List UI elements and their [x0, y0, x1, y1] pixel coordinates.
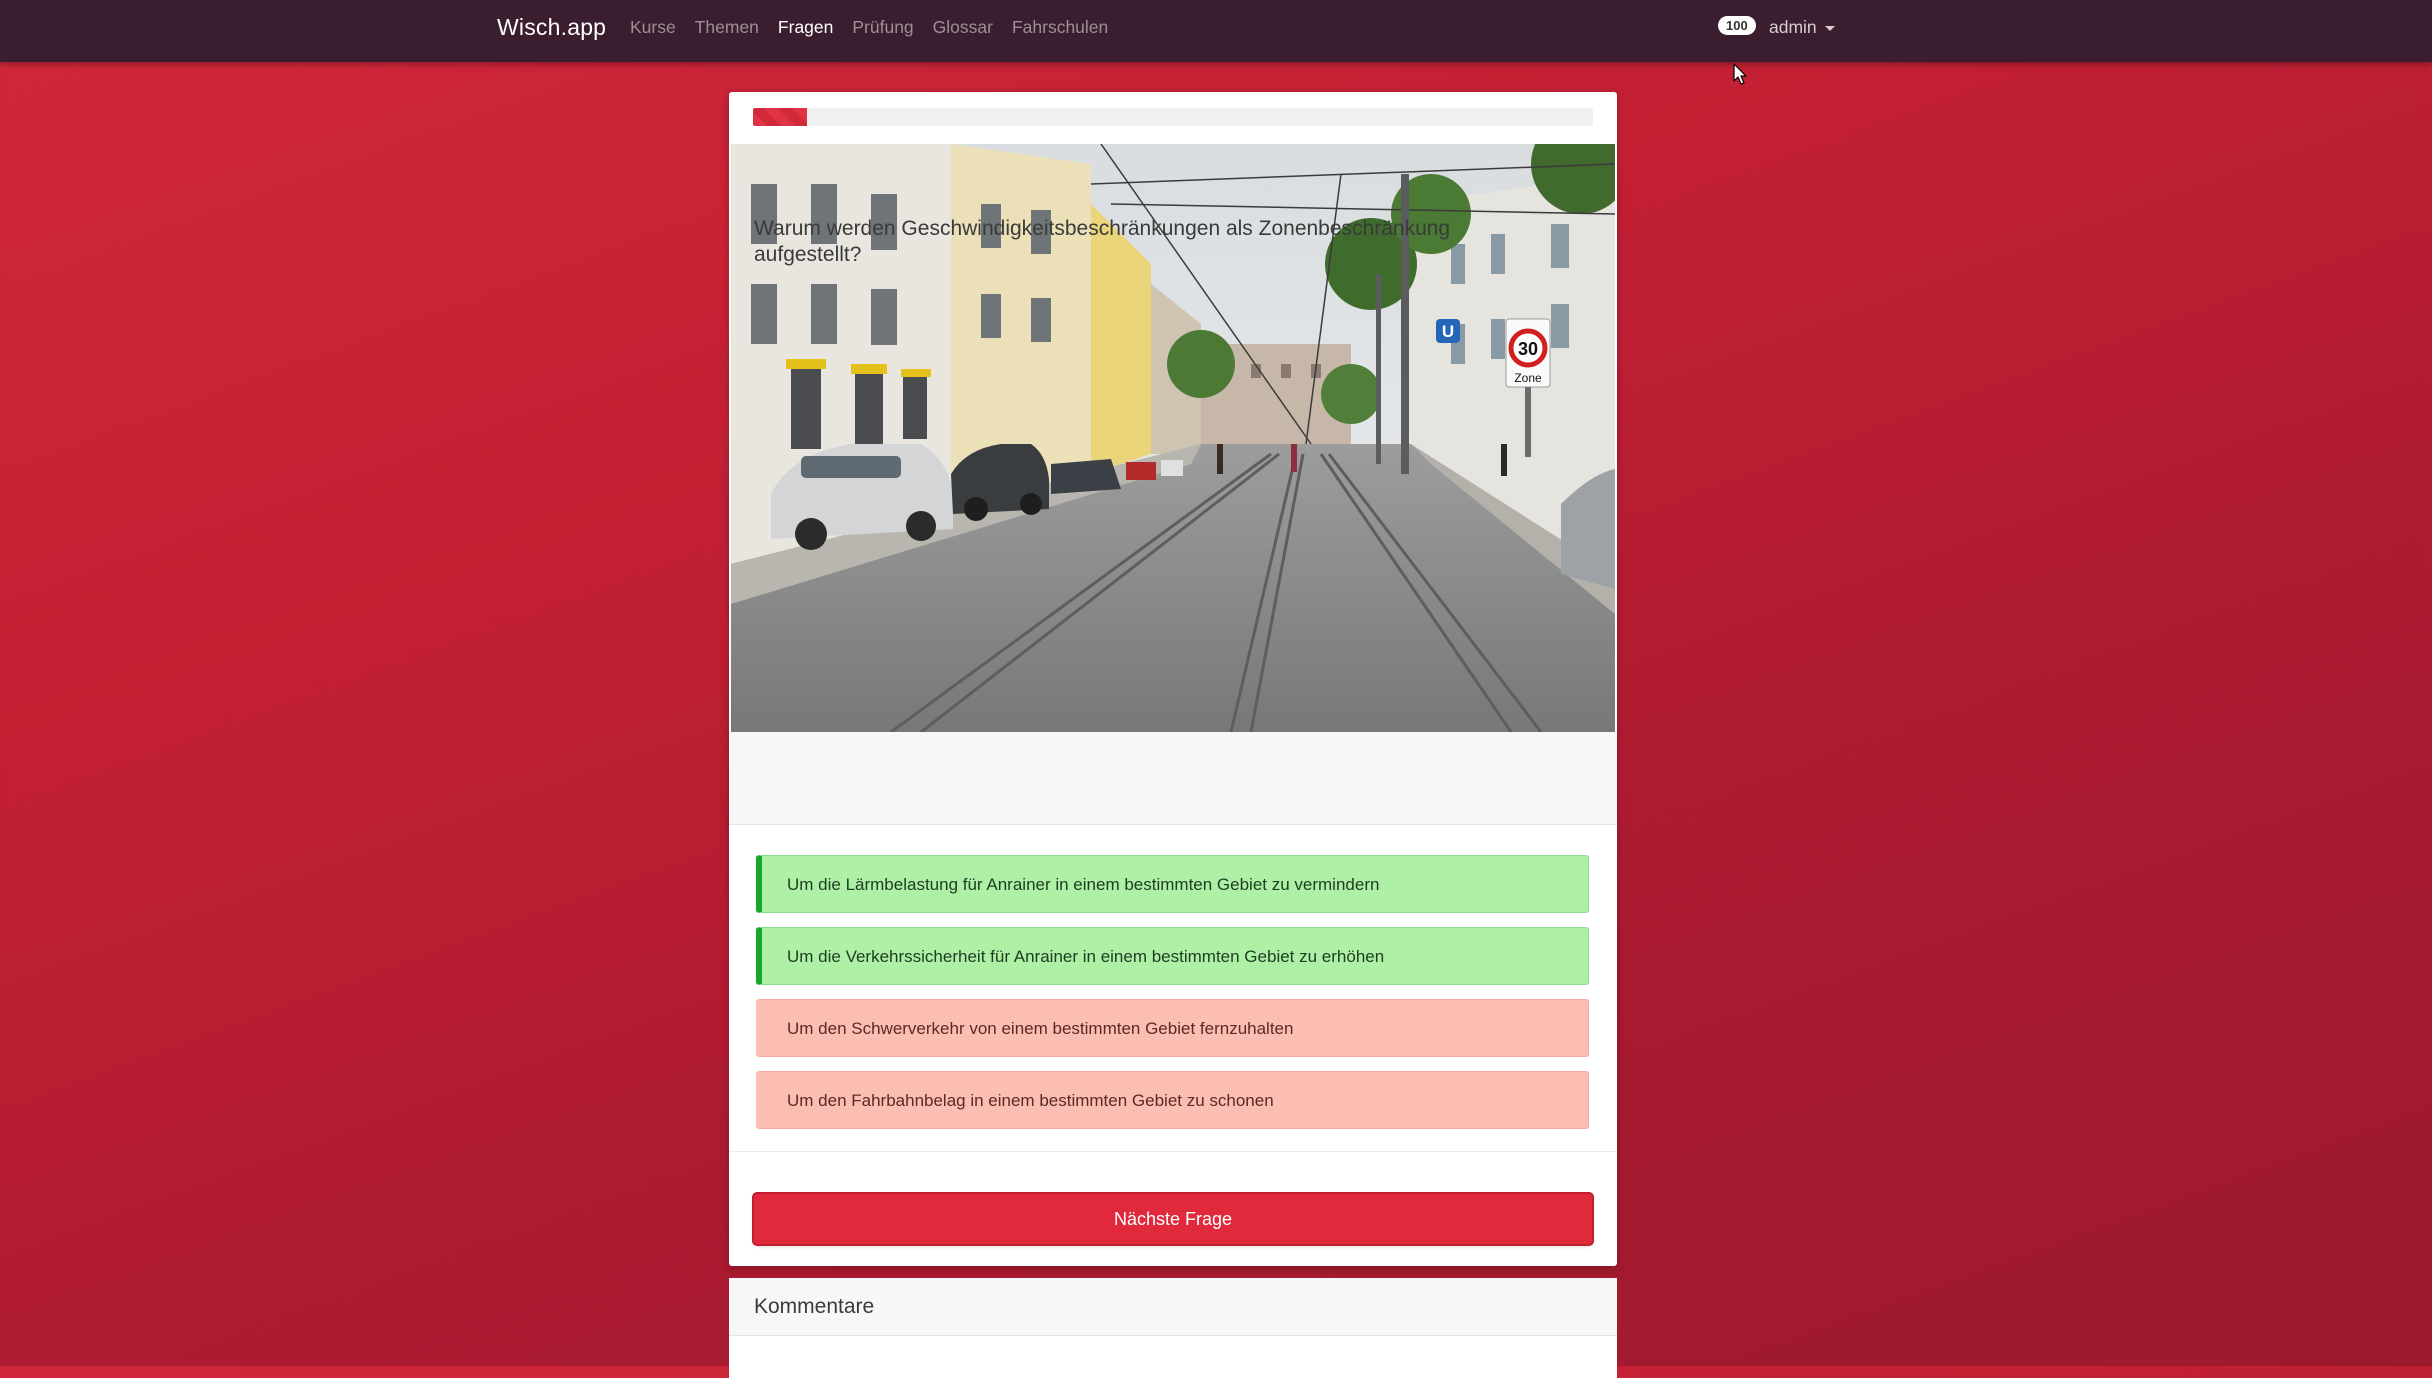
progress-fill: [753, 108, 807, 126]
user-menu-toggle[interactable]: admin: [1769, 17, 1835, 38]
nav-link-kurse[interactable]: Kurse: [630, 17, 676, 38]
points-badge: 100: [1718, 16, 1756, 35]
answer-option-3[interactable]: Um den Schwerverkehr von einem bestimmte…: [756, 999, 1589, 1057]
nav-link-themen[interactable]: Themen: [695, 17, 759, 38]
question-card: U 30 Zone Warum werden Geschwindigkeitsb…: [729, 92, 1617, 1266]
card-divider: [729, 1151, 1617, 1152]
main-nav: Kurse Themen Fragen Prüfung Glossar Fahr…: [630, 17, 1127, 38]
metro-sign-letter: U: [1442, 322, 1454, 341]
question-panel: [729, 732, 1617, 825]
speed-zone-label: Zone: [1514, 371, 1542, 385]
nav-link-glossar[interactable]: Glossar: [933, 17, 993, 38]
user-name: admin: [1769, 17, 1817, 37]
answer-text: Um den Fahrbahnbelag in einem bestimmten…: [787, 1091, 1274, 1110]
nav-link-fahrschulen[interactable]: Fahrschulen: [1012, 17, 1108, 38]
comments-card: Kommentare: [729, 1278, 1617, 1378]
next-question-button[interactable]: Nächste Frage: [754, 1194, 1592, 1244]
answer-text: Um den Schwerverkehr von einem bestimmte…: [787, 1019, 1294, 1038]
answer-text: Um die Verkehrssicherheit für Anrainer i…: [787, 947, 1385, 966]
progress-bar: [753, 108, 1593, 126]
top-navbar: Wisch.app Kurse Themen Fragen Prüfung Gl…: [0, 0, 2432, 62]
answer-option-1[interactable]: Um die Lärmbelastung für Anrainer in ein…: [756, 855, 1589, 913]
question-text: Warum werden Geschwindigkeitsbeschränkun…: [754, 217, 1451, 266]
mouse-pointer-icon: [1733, 63, 1747, 85]
answer-list: Um die Lärmbelastung für Anrainer in ein…: [756, 855, 1589, 1143]
answer-text: Um die Lärmbelastung für Anrainer in ein…: [787, 875, 1380, 894]
nav-link-pruefung[interactable]: Prüfung: [852, 17, 913, 38]
answer-option-4[interactable]: Um den Fahrbahnbelag in einem bestimmten…: [756, 1071, 1589, 1129]
answer-option-2[interactable]: Um die Verkehrssicherheit für Anrainer i…: [756, 927, 1589, 985]
caret-down-icon: [1824, 25, 1835, 31]
nav-link-fragen[interactable]: Fragen: [778, 17, 833, 38]
comments-title: Kommentare: [729, 1278, 1617, 1336]
speed-limit-number: 30: [1518, 339, 1538, 359]
brand-logo[interactable]: Wisch.app: [497, 14, 606, 41]
